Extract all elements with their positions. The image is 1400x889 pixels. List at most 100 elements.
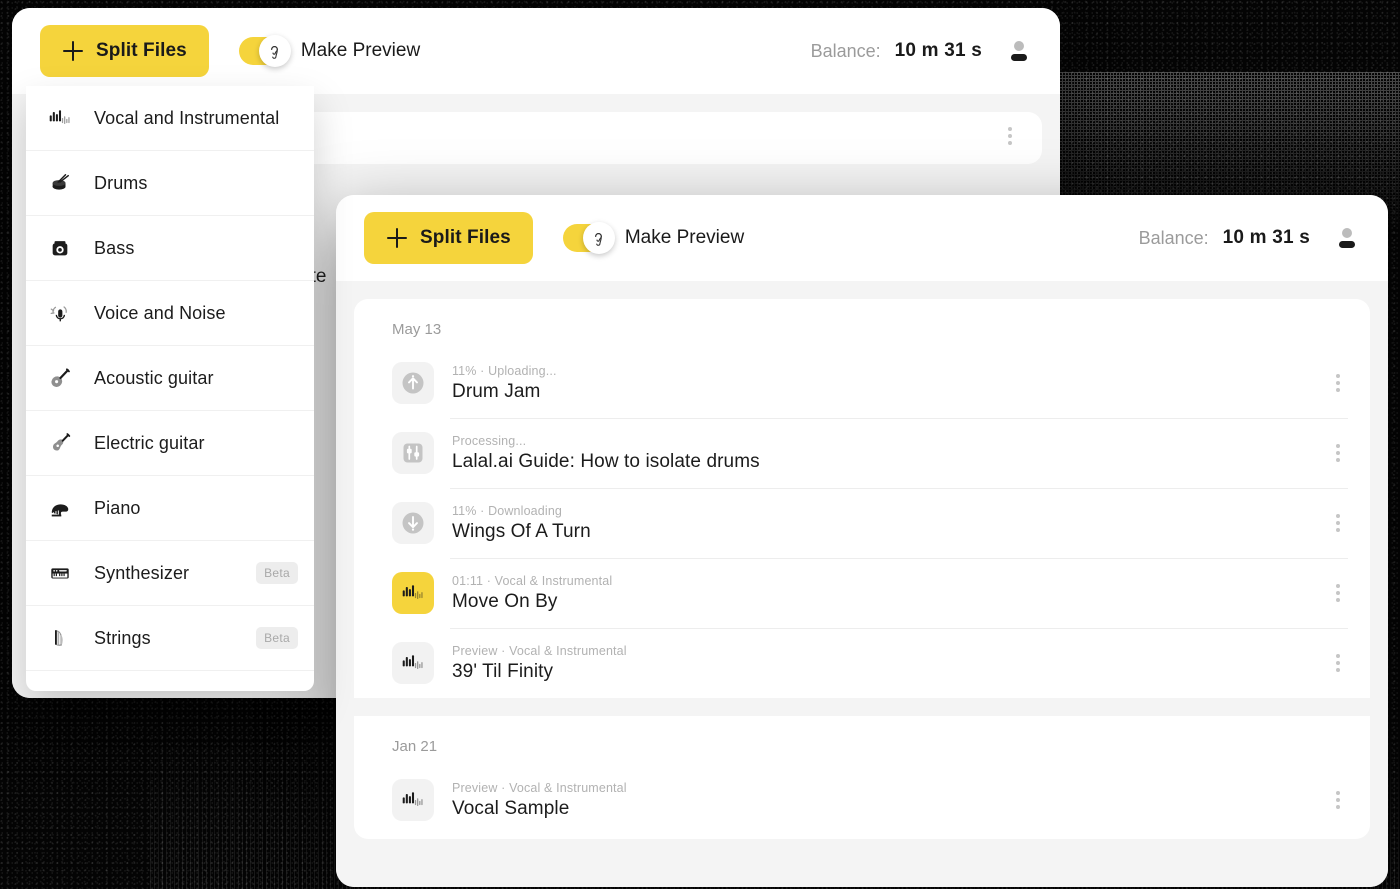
background-toolbar: Split Files Make Preview Balance: 10 m 3…	[12, 8, 1060, 94]
waveform-icon	[49, 110, 70, 124]
toggle-knob-back	[258, 35, 291, 67]
bass-drum-icon	[44, 233, 76, 263]
dropdown-item-vocal-and-instrumental[interactable]: Vocal and Instrumental	[26, 86, 314, 151]
file-row-title: Lalal.ai Guide: How to isolate drums	[452, 450, 760, 472]
dropdown-item-label: Strings	[94, 627, 151, 648]
balance-label-back: Balance:	[810, 40, 881, 61]
dropdown-item-label: Electric guitar	[94, 432, 205, 453]
date-group-header: Jan 21	[392, 738, 438, 755]
file-row-title: Drum Jam	[452, 380, 541, 402]
dropdown-item-electric-guitar[interactable]: Electric guitar	[26, 411, 314, 476]
drums-icon	[52, 174, 69, 190]
drums-icon	[44, 168, 76, 198]
file-row[interactable]: 11% · Downloading Wings Of A Turn	[354, 488, 1370, 558]
more-vertical-icon[interactable]	[1328, 373, 1348, 393]
main-toolbar: Split Files Make Preview Balance: 10 m 3…	[336, 195, 1388, 281]
file-thumbnail	[392, 502, 434, 544]
microphone-noise-icon	[50, 306, 67, 322]
ear-icon	[595, 232, 603, 246]
toggle-track[interactable]	[562, 222, 615, 254]
piano-icon	[44, 493, 76, 523]
dropdown-item-label: Acoustic guitar	[94, 367, 214, 388]
dropdown-item-synthesizer[interactable]: Synthesizer Beta	[26, 541, 314, 606]
split-files-dropdown-menu[interactable]: Vocal and Instrumental Drums Bass Voice …	[26, 86, 314, 691]
file-row[interactable]: 11% · Uploading... Drum Jam	[354, 348, 1370, 418]
piano-icon	[51, 504, 69, 517]
waveform-icon	[44, 103, 76, 133]
more-vertical-icon[interactable]	[1328, 583, 1348, 603]
dropdown-item-voice-and-noise[interactable]: Voice and Noise	[26, 281, 314, 346]
file-row-meta: Preview · Vocal & Instrumental	[452, 643, 627, 658]
balance-area-back: Balance: 10 m 31 s	[811, 38, 1032, 64]
plus-icon	[387, 228, 407, 248]
waveform-icon	[402, 655, 423, 669]
dropdown-item-strings[interactable]: Strings Beta	[26, 606, 314, 671]
split-files-label: Split Files	[420, 227, 511, 248]
more-vertical-icon[interactable]	[1328, 653, 1348, 673]
file-row[interactable]: 01:11 · Vocal & Instrumental Move On By	[354, 558, 1370, 628]
toggle-track-back[interactable]	[238, 35, 291, 67]
user-avatar-icon-back[interactable]	[1006, 38, 1032, 64]
microphone-noise-icon	[44, 298, 76, 328]
acoustic-guitar-icon	[51, 368, 70, 387]
dropdown-item-piano[interactable]: Piano	[26, 476, 314, 541]
electric-guitar-icon	[44, 428, 76, 458]
file-row-meta: 11% · Downloading	[452, 503, 563, 518]
waveform-icon	[402, 792, 423, 806]
file-row[interactable]: Processing... Lalal.ai Guide: How to isol…	[354, 418, 1370, 488]
toggle-knob	[582, 222, 615, 254]
file-row-title: Move On By	[452, 590, 558, 612]
more-vertical-icon[interactable]	[1328, 513, 1348, 533]
file-row-meta: Processing...	[452, 433, 527, 448]
dropdown-item-winds[interactable]: WindsBeta	[26, 671, 314, 691]
foreground-app-window: Split Files Make Preview Balance: 10 m 3…	[336, 195, 1388, 887]
file-row-text: Processing... Lalal.ai Guide: How to isol…	[452, 434, 1328, 473]
date-group-header: May 13	[392, 321, 442, 338]
more-vertical-icon-back[interactable]	[1000, 126, 1020, 146]
file-row[interactable]: Preview · Vocal & Instrumental 39' Til Fi…	[354, 628, 1370, 698]
electric-guitar-icon	[52, 433, 71, 451]
file-list-card: May 13 11% · Uploading... Drum Jam Proces…	[354, 299, 1370, 839]
user-avatar-icon[interactable]	[1334, 225, 1360, 251]
dropdown-item-label: Piano	[94, 497, 141, 518]
more-vertical-icon[interactable]	[1328, 790, 1348, 810]
dropdown-item-acoustic-guitar[interactable]: Acoustic guitar	[26, 346, 314, 411]
more-vertical-icon[interactable]	[1328, 443, 1348, 463]
bass-drum-icon	[52, 241, 68, 256]
file-thumbnail	[392, 779, 434, 821]
beta-badge: Beta	[256, 627, 298, 649]
file-row-text: Preview · Vocal & Instrumental 39' Til Fi…	[452, 644, 1328, 683]
dropdown-item-label: Vocal and Instrumental	[94, 107, 280, 128]
screenshot-stage: Split Files Make Preview Balance: 10 m 3…	[0, 0, 1400, 889]
dropdown-item-drums[interactable]: Drums	[26, 151, 314, 216]
synthesizer-icon	[51, 568, 69, 579]
file-thumbnail	[392, 432, 434, 474]
file-row-meta: Preview · Vocal & Instrumental	[452, 780, 627, 795]
dropdown-item-label: Drums	[94, 172, 148, 193]
make-preview-toggle-back[interactable]: Make Preview	[238, 35, 421, 67]
plus-icon	[63, 41, 83, 61]
file-row[interactable]: Preview · Vocal & Instrumental Vocal Samp…	[354, 765, 1370, 835]
mixer-icon	[403, 443, 423, 463]
dropdown-item-label: Synthesizer	[94, 562, 190, 583]
balance-value-back: 10 m 31 s	[894, 40, 982, 61]
file-thumbnail	[392, 362, 434, 404]
make-preview-toggle[interactable]: Make Preview	[562, 222, 744, 254]
balance-area: Balance: 10 m 31 s	[1139, 225, 1360, 251]
split-files-button[interactable]: Split Files	[364, 212, 533, 264]
dropdown-item-bass[interactable]: Bass	[26, 216, 314, 281]
dropdown-item-label: Bass	[94, 237, 135, 258]
make-preview-label-back: Make Preview	[300, 40, 421, 61]
acoustic-guitar-icon	[44, 363, 76, 393]
upload-circle-icon	[402, 372, 424, 394]
file-row-text: 11% · Uploading... Drum Jam	[452, 364, 1328, 403]
file-row-text: 01:11 · Vocal & Instrumental Move On By	[452, 574, 1328, 613]
balance-label: Balance:	[1138, 227, 1209, 248]
synthesizer-icon	[44, 558, 76, 588]
split-files-label-back: Split Files	[96, 40, 187, 61]
file-row-text: Preview · Vocal & Instrumental Vocal Samp…	[452, 781, 1328, 820]
waveform-icon	[402, 585, 423, 599]
split-files-button-back[interactable]: Split Files	[40, 25, 209, 77]
download-circle-icon	[402, 512, 424, 534]
strings-icon	[55, 630, 63, 646]
